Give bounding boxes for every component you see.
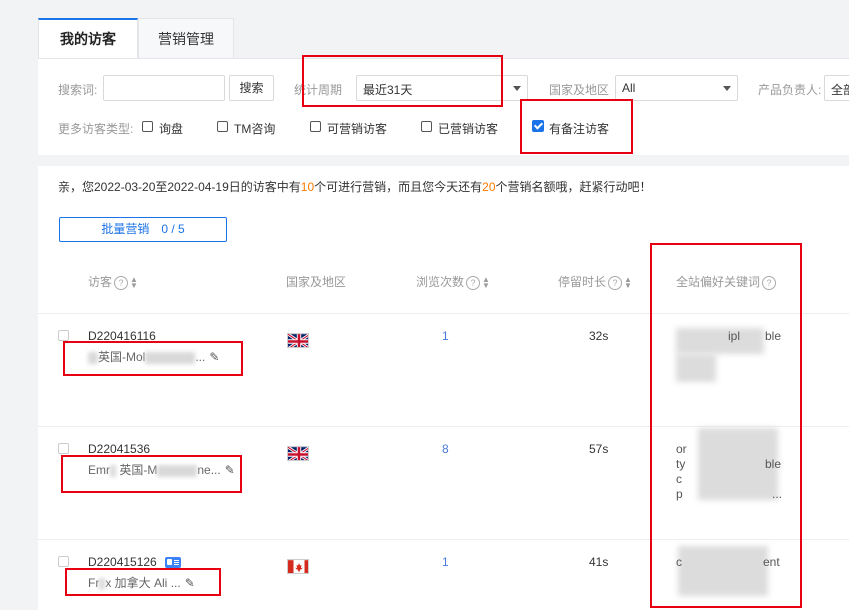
view-count-link[interactable]: 1 bbox=[442, 329, 449, 343]
checkbox-tm-label: TM咨询 bbox=[234, 122, 276, 136]
checkbox-marketed[interactable] bbox=[421, 121, 432, 132]
stay-duration: 41s bbox=[589, 555, 609, 569]
help-icon[interactable]: ? bbox=[114, 275, 129, 290]
region-select[interactable]: All bbox=[615, 75, 738, 101]
help-icon[interactable]: ? bbox=[608, 275, 623, 290]
column-label: 浏览次数 bbox=[416, 275, 465, 289]
uk-flag-svg bbox=[288, 447, 308, 460]
checkbox-inquiry-label: 询盘 bbox=[159, 122, 184, 136]
row-checkbox[interactable] bbox=[58, 443, 69, 454]
column-label: 国家及地区 bbox=[286, 275, 347, 289]
flag-uk-icon bbox=[287, 446, 309, 461]
region-value: All bbox=[622, 81, 636, 95]
owner-value: 全部 bbox=[831, 83, 849, 97]
tab-marketing-management[interactable]: 营销管理 bbox=[138, 18, 234, 58]
search-label: 搜索词: bbox=[58, 83, 98, 97]
owner-select[interactable]: 全部 bbox=[824, 75, 849, 101]
sort-icon[interactable]: ▲ ▼ bbox=[482, 275, 490, 289]
stay-duration: 32s bbox=[589, 329, 609, 343]
flag-canada-icon bbox=[287, 559, 309, 574]
search-button[interactable]: 搜索 bbox=[229, 75, 274, 101]
help-icon[interactable]: ? bbox=[466, 275, 481, 290]
business-card-icon[interactable] bbox=[164, 557, 181, 569]
annotation-box-row1-name bbox=[63, 341, 243, 376]
canada-flag-svg bbox=[288, 560, 308, 573]
sort-icon[interactable]: ▲ ▼ bbox=[624, 275, 632, 289]
batch-marketing-button[interactable]: 批量营销 0 / 5 bbox=[59, 217, 227, 242]
quota-count: 20 bbox=[482, 180, 496, 194]
column-header-visitor[interactable]: 访客? ▲ ▼ bbox=[88, 273, 138, 290]
chevron-down-icon bbox=[513, 86, 521, 91]
checkbox-inquiry[interactable] bbox=[142, 121, 153, 132]
visitor-id-text: D220415126 bbox=[88, 555, 157, 569]
column-header-region: 国家及地区 bbox=[286, 273, 346, 290]
chevron-down-icon bbox=[723, 86, 731, 91]
marketable-count: 10 bbox=[300, 180, 315, 194]
checkbox-tm[interactable] bbox=[217, 121, 228, 132]
stay-duration: 57s bbox=[589, 442, 609, 456]
annotation-box-period bbox=[302, 55, 503, 107]
tab-my-visitors[interactable]: 我的访客 bbox=[38, 18, 138, 58]
region-label: 国家及地区 bbox=[549, 83, 610, 97]
column-label: 停留时长 bbox=[558, 275, 607, 289]
column-label: 访客 bbox=[88, 275, 113, 289]
search-input[interactable] bbox=[103, 75, 225, 101]
annotation-box-noted-visitors bbox=[520, 99, 633, 154]
annotation-box-row2-name bbox=[61, 455, 242, 493]
sort-icon[interactable]: ▲ ▼ bbox=[130, 275, 138, 289]
notice-middle: 个可进行营销，而且您今天还有 bbox=[314, 180, 483, 194]
types-label: 更多访客类型: bbox=[58, 122, 134, 136]
column-header-stay[interactable]: 停留时长? ▲ ▼ bbox=[558, 273, 632, 290]
uk-flag-svg bbox=[288, 334, 308, 347]
tab-bar: 我的访客 营销管理 bbox=[0, 0, 849, 58]
checkbox-marketed-label: 已营销访客 bbox=[438, 122, 499, 136]
row-checkbox[interactable] bbox=[58, 556, 69, 567]
row-checkbox[interactable] bbox=[58, 330, 69, 341]
notice-prefix: 亲，您2022-03-20至2022-04-19日的访客中有 bbox=[58, 180, 301, 194]
annotation-box-keywords bbox=[650, 243, 802, 608]
checkbox-marketable-label: 可营销访客 bbox=[327, 122, 388, 136]
notice-suffix: 个营销名额哦，赶紧行动吧！ bbox=[495, 180, 652, 194]
visitor-id[interactable]: D220415126 bbox=[88, 555, 181, 569]
column-header-views[interactable]: 浏览次数? ▲ ▼ bbox=[416, 273, 490, 290]
visitor-id[interactable]: D22041536 bbox=[88, 442, 150, 456]
checkbox-marketable[interactable] bbox=[310, 121, 321, 132]
view-count-link[interactable]: 1 bbox=[442, 555, 449, 569]
flag-uk-icon bbox=[287, 333, 309, 348]
notice-text: 亲，您2022-03-20至2022-04-19日的访客中有10个可进行营销，而… bbox=[58, 178, 652, 195]
annotation-box-row3-name bbox=[65, 568, 221, 596]
view-count-link[interactable]: 8 bbox=[442, 442, 449, 456]
owner-label: 产品负责人: bbox=[758, 83, 822, 97]
